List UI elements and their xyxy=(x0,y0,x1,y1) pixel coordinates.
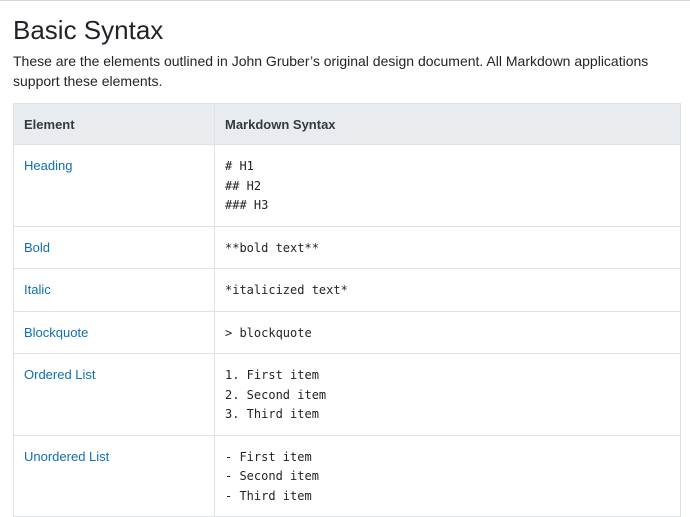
element-link-italic[interactable]: Italic xyxy=(24,281,51,298)
code-line: **bold text** xyxy=(225,240,319,255)
element-link-unordered-list[interactable]: Unordered List xyxy=(24,448,109,465)
element-cell: Heading xyxy=(13,144,215,227)
table-row: Bold **bold text** xyxy=(13,225,681,269)
column-header-syntax: Markdown Syntax xyxy=(214,103,681,145)
table-header-row: Element Markdown Syntax xyxy=(13,103,681,145)
table-row: Heading # H1 ## H2 ### H3 xyxy=(13,144,681,227)
syntax-cell: *italicized text* xyxy=(214,268,681,312)
code-line: ### H3 xyxy=(225,198,269,212)
syntax-cell: - First item - Second item - Third item xyxy=(214,434,681,517)
element-cell: Italic xyxy=(13,268,215,312)
code-line: # H1 xyxy=(225,159,254,173)
code-line: *italicized text* xyxy=(225,283,348,297)
code-line: - Third item xyxy=(225,488,312,503)
table-row: Italic *italicized text* xyxy=(13,268,681,312)
code-line: 2. Second item xyxy=(225,387,327,402)
column-header-element: Element xyxy=(13,103,215,145)
top-divider xyxy=(0,0,690,1)
code-line: - First item xyxy=(225,449,312,464)
syntax-cell: # H1 ## H2 ### H3 xyxy=(214,144,681,227)
syntax-table: Element Markdown Syntax Heading # H1 ## … xyxy=(13,103,681,517)
element-link-heading[interactable]: Heading xyxy=(24,157,72,174)
table-row: Blockquote > blockquote xyxy=(13,310,681,354)
code-line: ## H2 xyxy=(225,178,262,193)
page-title: Basic Syntax xyxy=(13,15,164,45)
element-link-blockquote[interactable]: Blockquote xyxy=(24,324,88,341)
element-link-ordered-list[interactable]: Ordered List xyxy=(24,366,96,383)
code-line: - Second item xyxy=(225,469,319,483)
code-line: 3. Third item xyxy=(225,407,319,421)
element-cell: Unordered List xyxy=(13,434,215,517)
code-line: > blockquote xyxy=(225,325,312,340)
table-row: Unordered List - First item - Second ite… xyxy=(13,434,681,517)
element-link-bold[interactable]: Bold xyxy=(24,239,50,256)
element-cell: Ordered List xyxy=(13,353,215,436)
code-line: 1. First item xyxy=(225,368,319,382)
syntax-cell: **bold text** xyxy=(214,225,681,269)
syntax-cell: > blockquote xyxy=(214,310,681,354)
element-cell: Blockquote xyxy=(13,310,215,354)
syntax-cell: 1. First item 2. Second item 3. Third it… xyxy=(214,353,681,436)
element-cell: Bold xyxy=(13,225,215,269)
table-row: Ordered List 1. First item 2. Second ite… xyxy=(13,353,681,436)
intro-paragraph: These are the elements outlined in John … xyxy=(13,53,649,89)
